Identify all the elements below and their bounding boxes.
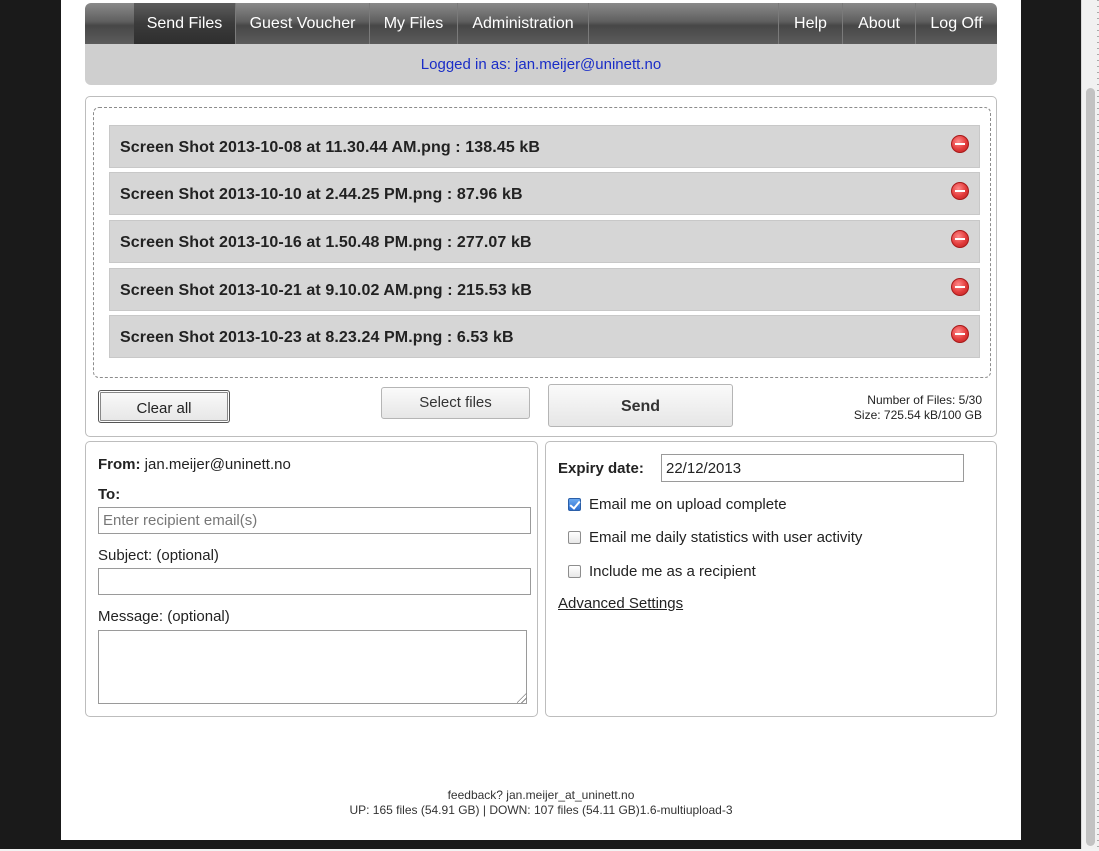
options-panel: Expiry date: Email me on upload complete… bbox=[545, 441, 997, 717]
email-daily-stats-option[interactable]: Email me daily statistics with user acti… bbox=[568, 529, 862, 546]
email-upload-complete-option[interactable]: Email me on upload complete bbox=[568, 496, 787, 513]
clear-all-button[interactable]: Clear all bbox=[98, 390, 230, 423]
email-daily-stats-label: Email me daily statistics with user acti… bbox=[589, 529, 863, 546]
main-nav: Send Files Guest Voucher My Files Admini… bbox=[85, 3, 997, 44]
nav-log-off[interactable]: Log Off bbox=[915, 3, 997, 44]
include-me-recipient-label: Include me as a recipient bbox=[589, 563, 756, 580]
message-textarea[interactable] bbox=[98, 630, 527, 704]
include-me-recipient-option[interactable]: Include me as a recipient bbox=[568, 563, 756, 580]
nav-my-files[interactable]: My Files bbox=[370, 3, 458, 44]
window-background bbox=[1021, 0, 1081, 851]
remove-file-icon[interactable] bbox=[951, 325, 969, 343]
include-me-recipient-checkbox[interactable] bbox=[568, 565, 581, 578]
recipient-email-input[interactable] bbox=[98, 507, 531, 534]
remove-file-icon[interactable] bbox=[951, 135, 969, 153]
file-name: Screen Shot 2013-10-10 at 2.44.25 PM.png… bbox=[120, 186, 523, 203]
nav-help[interactable]: Help bbox=[778, 3, 842, 44]
expiry-date-input[interactable] bbox=[661, 454, 964, 482]
file-name: Screen Shot 2013-10-08 at 11.30.44 AM.pn… bbox=[120, 139, 541, 156]
email-upload-complete-label: Email me on upload complete bbox=[589, 496, 787, 513]
total-size: Size: 725.54 kB/100 GB bbox=[853, 408, 982, 422]
remove-file-icon[interactable] bbox=[951, 230, 969, 248]
message-label: Message: (optional) bbox=[98, 608, 230, 625]
file-name: Screen Shot 2013-10-16 at 1.50.48 PM.png… bbox=[120, 234, 532, 251]
upload-stats: Number of Files: 5/30 Size: 725.54 kB/10… bbox=[854, 393, 982, 423]
file-row: Screen Shot 2013-10-23 at 8.23.24 PM.png… bbox=[109, 315, 980, 358]
feedback-text: feedback? jan.meijer_at_uninett.no bbox=[447, 788, 635, 802]
from-line: From: jan.meijer@uninett.no bbox=[98, 456, 291, 473]
remove-file-icon[interactable] bbox=[951, 278, 969, 296]
upload-box: Screen Shot 2013-10-08 at 11.30.44 AM.pn… bbox=[85, 96, 997, 437]
transfer-stats-text: UP: 165 files (54.91 GB) | DOWN: 107 fil… bbox=[349, 803, 733, 817]
textarea-resize-handle[interactable] bbox=[517, 693, 527, 703]
from-label: From: bbox=[98, 456, 141, 473]
file-row: Screen Shot 2013-10-10 at 2.44.25 PM.png… bbox=[109, 172, 980, 215]
file-name: Screen Shot 2013-10-23 at 8.23.24 PM.png… bbox=[120, 329, 514, 346]
file-row: Screen Shot 2013-10-08 at 11.30.44 AM.pn… bbox=[109, 125, 980, 168]
remove-file-icon[interactable] bbox=[951, 182, 969, 200]
nav-guest-voucher[interactable]: Guest Voucher bbox=[236, 3, 370, 44]
file-count: Number of Files: 5/30 bbox=[867, 393, 982, 407]
nav-send-files[interactable]: Send Files bbox=[134, 3, 236, 44]
file-dropzone[interactable]: Screen Shot 2013-10-08 at 11.30.44 AM.pn… bbox=[93, 107, 991, 378]
page: Send Files Guest Voucher My Files Admini… bbox=[61, 0, 1021, 840]
advanced-settings-link[interactable]: Advanced Settings bbox=[558, 595, 683, 612]
file-row: Screen Shot 2013-10-21 at 9.10.02 AM.png… bbox=[109, 268, 980, 311]
nav-about[interactable]: About bbox=[842, 3, 915, 44]
scrollbar-thumb[interactable] bbox=[1086, 88, 1095, 846]
send-button[interactable]: Send bbox=[548, 384, 733, 427]
logged-in-bar: Logged in as: jan.meijer@uninett.no bbox=[85, 44, 997, 85]
to-label: To: bbox=[98, 486, 121, 503]
from-value: jan.meijer@uninett.no bbox=[144, 456, 291, 473]
message-panel: From: jan.meijer@uninett.no To: Subject:… bbox=[85, 441, 538, 717]
nav-administration[interactable]: Administration bbox=[458, 3, 589, 44]
expiry-date-label: Expiry date: bbox=[558, 460, 644, 477]
file-name: Screen Shot 2013-10-21 at 9.10.02 AM.png… bbox=[120, 282, 532, 299]
file-row: Screen Shot 2013-10-16 at 1.50.48 PM.png… bbox=[109, 220, 980, 263]
select-files-button[interactable]: Select files bbox=[381, 387, 530, 419]
subject-label: Subject: (optional) bbox=[98, 547, 219, 564]
subject-input[interactable] bbox=[98, 568, 531, 595]
email-upload-complete-checkbox[interactable] bbox=[568, 498, 581, 511]
logged-in-text: Logged in as: jan.meijer@uninett.no bbox=[420, 56, 662, 73]
email-daily-stats-checkbox[interactable] bbox=[568, 531, 581, 544]
